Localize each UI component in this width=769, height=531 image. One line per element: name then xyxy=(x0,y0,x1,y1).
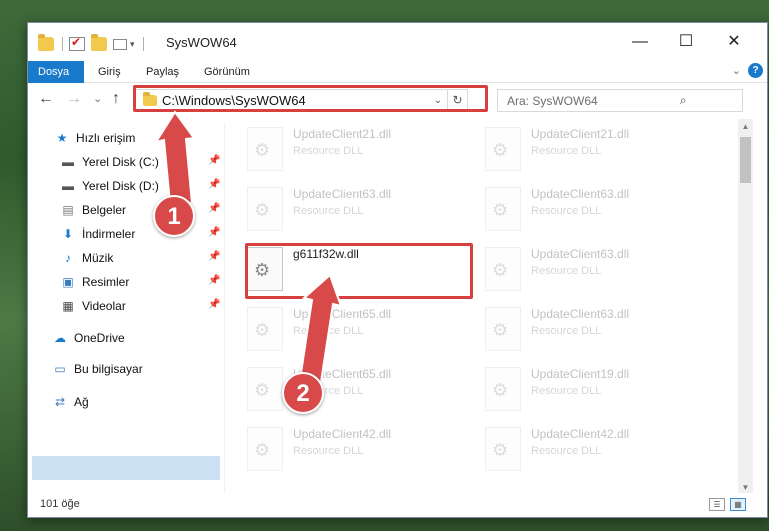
step-1-badge: 1 xyxy=(153,195,195,237)
annotation-arrows xyxy=(153,110,343,384)
step-2-badge: 2 xyxy=(282,372,324,414)
arrow-1 xyxy=(153,110,196,204)
arrow-2 xyxy=(298,273,343,384)
